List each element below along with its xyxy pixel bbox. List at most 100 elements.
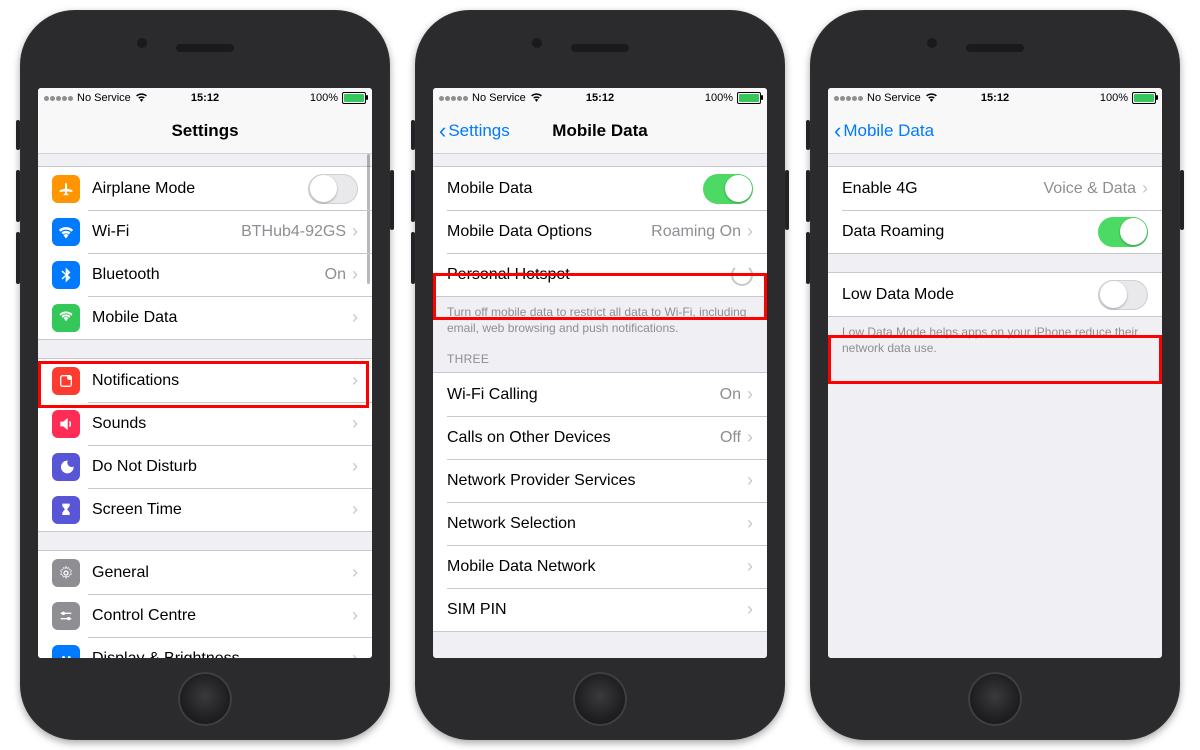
row-label: Wi-Fi (92, 223, 241, 241)
airplane-toggle[interactable] (308, 174, 358, 204)
row-data-roaming[interactable]: Data Roaming (828, 210, 1162, 253)
section-header-three: THREE (433, 336, 767, 372)
row-personal-hotspot[interactable]: Personal Hotspot (433, 253, 767, 296)
row-control-centre[interactable]: Control Centre › (38, 594, 372, 637)
back-label: Settings (448, 121, 509, 141)
wifi-icon (52, 218, 80, 246)
row-wifi[interactable]: Wi-Fi BTHub4-92GS › (38, 210, 372, 253)
row-value: Roaming On (651, 223, 741, 241)
status-time: 15:12 (586, 92, 614, 104)
row-mobile-data[interactable]: Mobile Data › (38, 296, 372, 339)
row-value: On (325, 266, 346, 284)
home-button[interactable] (178, 672, 232, 726)
iphone-frame-1: No Service 15:12 100% Settings Airplane … (20, 10, 390, 740)
hourglass-icon (52, 496, 80, 524)
low-data-mode-toggle[interactable] (1098, 280, 1148, 310)
chevron-right-icon: › (352, 648, 358, 658)
iphone-frame-2: No Service 15:12 100% ‹ Settings Mobile … (415, 10, 785, 740)
chevron-right-icon: › (352, 370, 358, 391)
page-title: Settings (171, 121, 238, 141)
mobile-data-toggle[interactable] (703, 174, 753, 204)
data-roaming-toggle[interactable] (1098, 217, 1148, 247)
row-enable-4g[interactable]: Enable 4G Voice & Data › (828, 167, 1162, 210)
row-network-provider-services[interactable]: Network Provider Services › (433, 459, 767, 502)
row-mobile-data-options[interactable]: Mobile Data Options Roaming On › (433, 210, 767, 253)
mobile-data-icon (52, 304, 80, 332)
page-title: Mobile Data (552, 121, 647, 141)
carrier-label: No Service (472, 92, 526, 104)
row-label: Mobile Data (447, 180, 703, 198)
carrier-label: No Service (867, 92, 921, 104)
screen-settings: No Service 15:12 100% Settings Airplane … (38, 88, 372, 658)
wifi-icon (925, 92, 938, 105)
row-label: Airplane Mode (92, 180, 308, 198)
status-bar: No Service 15:12 100% (828, 88, 1162, 109)
battery-pct: 100% (1100, 92, 1128, 104)
row-label: Mobile Data Options (447, 223, 651, 241)
footer-note: Turn off mobile data to restrict all dat… (433, 297, 767, 336)
row-value: Voice & Data (1044, 180, 1137, 198)
row-network-selection[interactable]: Network Selection › (433, 502, 767, 545)
row-sounds[interactable]: Sounds › (38, 402, 372, 445)
row-mobile-data-network[interactable]: Mobile Data Network › (433, 545, 767, 588)
chevron-left-icon: ‹ (834, 120, 841, 142)
svg-text:AA: AA (61, 655, 73, 658)
row-label: Control Centre (92, 607, 352, 625)
chevron-right-icon: › (747, 513, 753, 534)
battery-pct: 100% (705, 92, 733, 104)
chevron-right-icon: › (747, 470, 753, 491)
row-value: Off (720, 429, 741, 447)
row-wifi-calling[interactable]: Wi-Fi Calling On › (433, 373, 767, 416)
footer-note: Low Data Mode helps apps on your iPhone … (828, 317, 1162, 356)
row-bluetooth[interactable]: Bluetooth On › (38, 253, 372, 296)
row-airplane-mode[interactable]: Airplane Mode (38, 167, 372, 210)
airplane-icon (52, 175, 80, 203)
row-screen-time[interactable]: Screen Time › (38, 488, 372, 531)
row-sim-pin[interactable]: SIM PIN › (433, 588, 767, 631)
loading-spinner-icon (731, 264, 753, 286)
nav-bar: Settings (38, 109, 372, 154)
moon-icon (52, 453, 80, 481)
row-do-not-disturb[interactable]: Do Not Disturb › (38, 445, 372, 488)
battery-pct: 100% (310, 92, 338, 104)
carrier-label: No Service (77, 92, 131, 104)
back-button[interactable]: ‹ Mobile Data (834, 120, 934, 142)
row-label: Screen Time (92, 501, 352, 519)
chevron-right-icon: › (352, 562, 358, 583)
row-label: Data Roaming (842, 223, 1098, 241)
row-label: Display & Brightness (92, 650, 352, 659)
back-label: Mobile Data (843, 121, 934, 141)
row-label: Network Selection (447, 515, 747, 533)
wifi-icon (135, 92, 148, 105)
screen-mobile-data-options: No Service 15:12 100% ‹ Mobile Data Enab… (828, 88, 1162, 658)
row-label: Enable 4G (842, 180, 1044, 198)
iphone-frame-3: No Service 15:12 100% ‹ Mobile Data Enab… (810, 10, 1180, 740)
home-button[interactable] (968, 672, 1022, 726)
chevron-right-icon: › (352, 413, 358, 434)
battery-icon (1132, 92, 1156, 104)
home-button[interactable] (573, 672, 627, 726)
chevron-right-icon: › (352, 307, 358, 328)
display-icon: AA (52, 645, 80, 659)
signal-dots-icon (439, 96, 468, 101)
status-bar: No Service 15:12 100% (38, 88, 372, 109)
row-display-brightness[interactable]: AA Display & Brightness › (38, 637, 372, 658)
row-notifications[interactable]: Notifications › (38, 359, 372, 402)
row-general[interactable]: General › (38, 551, 372, 594)
chevron-right-icon: › (352, 605, 358, 626)
chevron-left-icon: ‹ (439, 120, 446, 142)
chevron-right-icon: › (352, 456, 358, 477)
back-button[interactable]: ‹ Settings (439, 120, 510, 142)
row-value: BTHub4-92GS (241, 223, 346, 241)
chevron-right-icon: › (352, 221, 358, 242)
row-label: Mobile Data Network (447, 558, 747, 576)
row-calls-other-devices[interactable]: Calls on Other Devices Off › (433, 416, 767, 459)
row-value: On (720, 386, 741, 404)
chevron-right-icon: › (747, 384, 753, 405)
row-label: Bluetooth (92, 266, 325, 284)
wifi-icon (530, 92, 543, 105)
bluetooth-icon (52, 261, 80, 289)
row-mobile-data-toggle[interactable]: Mobile Data (433, 167, 767, 210)
row-low-data-mode[interactable]: Low Data Mode (828, 273, 1162, 316)
chevron-right-icon: › (747, 556, 753, 577)
